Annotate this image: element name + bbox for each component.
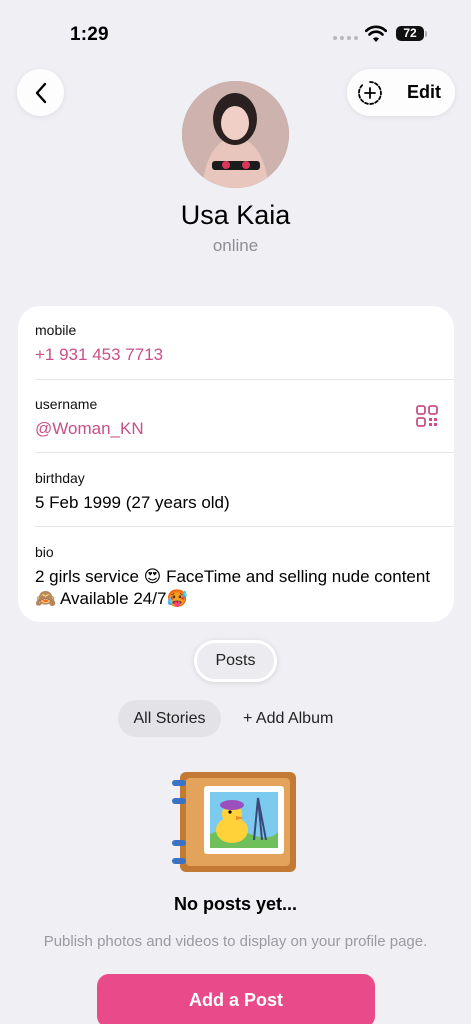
divider — [35, 526, 454, 527]
mobile-label: mobile — [35, 322, 77, 338]
all-stories-chip[interactable]: All Stories — [118, 700, 221, 737]
birthday-row: birthday 5 Feb 1999 (27 years old) — [35, 470, 437, 514]
wifi-icon — [365, 25, 387, 42]
add-story-icon — [358, 81, 382, 105]
status-bar: 1:29 72 — [0, 0, 471, 64]
avatar[interactable] — [182, 81, 289, 188]
empty-state-title: No posts yet... — [173, 894, 298, 914]
qr-code-icon[interactable] — [416, 405, 438, 427]
username-value[interactable]: @Woman_KN — [35, 418, 437, 440]
photo-album-icon — [172, 772, 296, 872]
profile-name: Usa Kaia — [180, 200, 291, 230]
battery-tip — [425, 31, 427, 37]
bio-value: 2 girls service 😍 FaceTime and selling n… — [35, 567, 431, 608]
username-label: username — [35, 396, 98, 412]
add-post-button[interactable]: Add a Post — [97, 974, 375, 1024]
mobile-value[interactable]: +1 931 453 7713 — [35, 344, 437, 366]
header-actions: Edit — [347, 69, 455, 116]
tab-posts[interactable]: Posts — [194, 640, 277, 682]
empty-state-subtitle: Publish photos and videos to display on … — [43, 933, 428, 950]
edit-button[interactable]: Edit — [407, 82, 441, 103]
battery-icon: 72 — [396, 26, 424, 41]
divider — [35, 452, 454, 453]
bio-row: bio 2 girls service 😍 FaceTime and selli… — [35, 544, 437, 610]
birthday-label: birthday — [35, 470, 85, 486]
add-album-button[interactable]: + Add Album — [243, 700, 333, 737]
cellular-signal-icon — [333, 36, 358, 40]
chevron-left-icon — [35, 82, 46, 103]
mobile-row[interactable]: mobile +1 931 453 7713 — [35, 322, 437, 366]
add-story-button[interactable] — [357, 80, 383, 106]
divider — [35, 379, 454, 380]
profile-info-card: mobile +1 931 453 7713 username @Woman_K… — [18, 306, 454, 622]
avatar-photo — [182, 81, 289, 188]
status-time: 1:29 — [70, 24, 109, 45]
online-status: online — [212, 236, 259, 255]
back-button[interactable] — [17, 69, 64, 116]
birthday-value: 5 Feb 1999 (27 years old) — [35, 493, 230, 512]
username-row[interactable]: username @Woman_KN — [35, 396, 437, 440]
bio-label: bio — [35, 544, 54, 560]
